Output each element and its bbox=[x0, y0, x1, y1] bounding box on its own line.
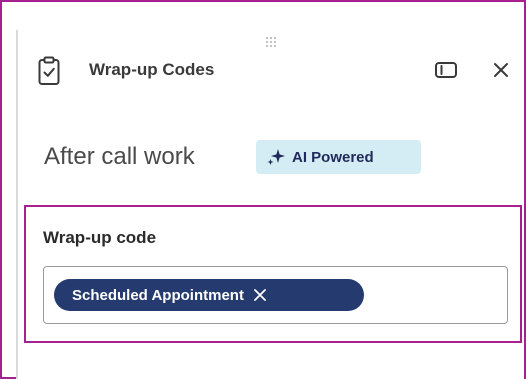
panel-title: Wrap-up Codes bbox=[89, 60, 215, 79]
section-title: After call work bbox=[44, 143, 195, 170]
ai-powered-badge: AI Powered bbox=[256, 140, 421, 174]
chip-label: Scheduled Appointment bbox=[72, 286, 244, 304]
clipboard-check-icon bbox=[38, 56, 60, 86]
ai-powered-label: AI Powered bbox=[292, 148, 374, 166]
sparkle-icon bbox=[266, 147, 286, 167]
chip-remove-close-icon[interactable] bbox=[252, 287, 268, 303]
drag-handle-icon[interactable] bbox=[266, 37, 282, 47]
panel-toggle-icon[interactable] bbox=[434, 60, 458, 80]
selected-chip: Scheduled Appointment bbox=[54, 279, 364, 311]
close-icon[interactable] bbox=[490, 59, 512, 81]
wrap-up-code-label: Wrap-up code bbox=[43, 228, 157, 247]
